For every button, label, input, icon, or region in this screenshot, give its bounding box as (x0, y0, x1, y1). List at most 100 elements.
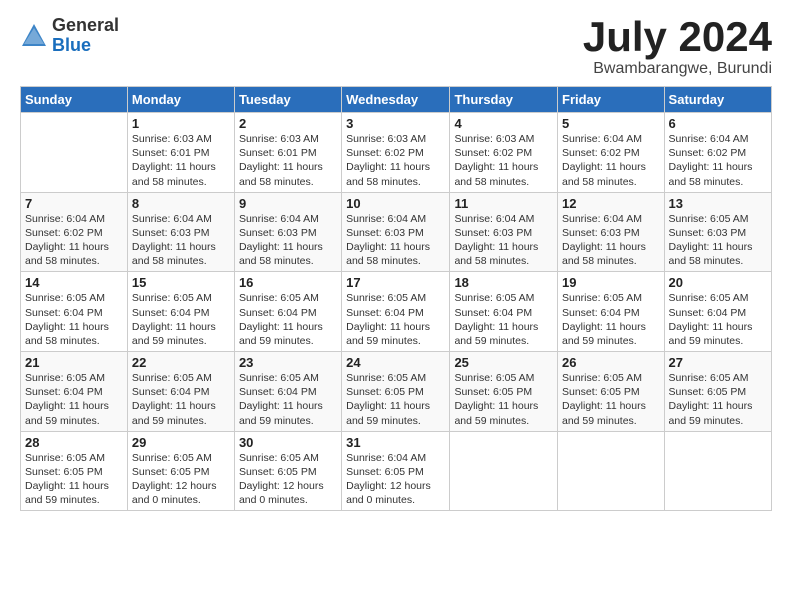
day-cell-25: 25Sunrise: 6:05 AMSunset: 6:05 PMDayligh… (450, 352, 558, 432)
week-row-2: 7Sunrise: 6:04 AMSunset: 6:02 PMDaylight… (21, 192, 772, 272)
day-detail: Sunrise: 6:04 AMSunset: 6:03 PMDaylight:… (239, 212, 337, 269)
day-detail: Sunrise: 6:05 AMSunset: 6:04 PMDaylight:… (25, 291, 123, 348)
header-friday: Friday (558, 87, 665, 113)
week-row-1: 1 Sunrise: 6:03 AMSunset: 6:01 PMDaylight… (21, 113, 772, 193)
day-number: 30 (239, 435, 337, 450)
header-sunday: Sunday (21, 87, 128, 113)
day-number: 22 (132, 355, 230, 370)
day-number: 8 (132, 196, 230, 211)
day-number: 24 (346, 355, 445, 370)
day-number: 7 (25, 196, 123, 211)
day-detail: Sunrise: 6:04 AMSunset: 6:02 PMDaylight:… (562, 132, 660, 189)
day-number: 23 (239, 355, 337, 370)
day-detail: Sunrise: 6:04 AMSunset: 6:03 PMDaylight:… (132, 212, 230, 269)
day-cell-5: 5Sunrise: 6:04 AMSunset: 6:02 PMDaylight… (558, 113, 665, 193)
day-number: 4 (454, 116, 553, 131)
header-tuesday: Tuesday (234, 87, 341, 113)
day-cell-32 (450, 431, 558, 511)
day-detail: Sunrise: 6:05 AMSunset: 6:04 PMDaylight:… (25, 371, 123, 428)
title-month: July 2024 (583, 16, 772, 58)
logo-blue: Blue (52, 36, 119, 56)
day-number: 28 (25, 435, 123, 450)
header: General Blue July 2024 Bwambarangwe, Bur… (20, 16, 772, 78)
day-detail: Sunrise: 6:05 AMSunset: 6:04 PMDaylight:… (132, 371, 230, 428)
day-detail: Sunrise: 6:05 AMSunset: 6:05 PMDaylight:… (562, 371, 660, 428)
day-cell-33 (558, 431, 665, 511)
day-cell-17: 17Sunrise: 6:05 AMSunset: 6:04 PMDayligh… (342, 272, 450, 352)
day-number: 20 (669, 275, 767, 290)
day-cell-6: 6Sunrise: 6:04 AMSunset: 6:02 PMDaylight… (664, 113, 771, 193)
day-cell-0 (21, 113, 128, 193)
day-cell-28: 28Sunrise: 6:05 AMSunset: 6:05 PMDayligh… (21, 431, 128, 511)
main-container: General Blue July 2024 Bwambarangwe, Bur… (0, 0, 792, 521)
day-detail: Sunrise: 6:05 AMSunset: 6:05 PMDaylight:… (669, 371, 767, 428)
day-number: 6 (669, 116, 767, 131)
calendar-header-row: Sunday Monday Tuesday Wednesday Thursday… (21, 87, 772, 113)
day-cell-31: 31Sunrise: 6:04 AMSunset: 6:05 PMDayligh… (342, 431, 450, 511)
day-detail: Sunrise: 6:05 AMSunset: 6:04 PMDaylight:… (132, 291, 230, 348)
day-number: 3 (346, 116, 445, 131)
day-cell-19: 19Sunrise: 6:05 AMSunset: 6:04 PMDayligh… (558, 272, 665, 352)
day-detail: Sunrise: 6:03 AMSunset: 6:02 PMDaylight:… (346, 132, 445, 189)
day-cell-13: 13Sunrise: 6:05 AMSunset: 6:03 PMDayligh… (664, 192, 771, 272)
day-cell-11: 11Sunrise: 6:04 AMSunset: 6:03 PMDayligh… (450, 192, 558, 272)
header-saturday: Saturday (664, 87, 771, 113)
day-number: 12 (562, 196, 660, 211)
title-block: July 2024 Bwambarangwe, Burundi (583, 16, 772, 78)
day-cell-23: 23Sunrise: 6:05 AMSunset: 6:04 PMDayligh… (234, 352, 341, 432)
day-cell-3: 3Sunrise: 6:03 AMSunset: 6:02 PMDaylight… (342, 113, 450, 193)
day-cell-10: 10Sunrise: 6:04 AMSunset: 6:03 PMDayligh… (342, 192, 450, 272)
day-cell-18: 18Sunrise: 6:05 AMSunset: 6:04 PMDayligh… (450, 272, 558, 352)
day-number: 29 (132, 435, 230, 450)
day-cell-22: 22Sunrise: 6:05 AMSunset: 6:04 PMDayligh… (127, 352, 234, 432)
day-detail: Sunrise: 6:04 AMSunset: 6:02 PMDaylight:… (669, 132, 767, 189)
day-cell-2: 2Sunrise: 6:03 AMSunset: 6:01 PMDaylight… (234, 113, 341, 193)
day-cell-20: 20Sunrise: 6:05 AMSunset: 6:04 PMDayligh… (664, 272, 771, 352)
day-detail: Sunrise: 6:04 AMSunset: 6:03 PMDaylight:… (346, 212, 445, 269)
day-number: 14 (25, 275, 123, 290)
week-row-3: 14Sunrise: 6:05 AMSunset: 6:04 PMDayligh… (21, 272, 772, 352)
calendar-table: Sunday Monday Tuesday Wednesday Thursday… (20, 86, 772, 511)
day-detail: Sunrise: 6:04 AMSunset: 6:05 PMDaylight:… (346, 451, 445, 508)
day-cell-14: 14Sunrise: 6:05 AMSunset: 6:04 PMDayligh… (21, 272, 128, 352)
logo: General Blue (20, 16, 119, 56)
day-detail: Sunrise: 6:03 AMSunset: 6:01 PMDaylight:… (239, 132, 337, 189)
logo-icon (20, 22, 48, 50)
day-number: 5 (562, 116, 660, 131)
day-number: 2 (239, 116, 337, 131)
day-detail: Sunrise: 6:05 AMSunset: 6:03 PMDaylight:… (669, 212, 767, 269)
day-cell-15: 15Sunrise: 6:05 AMSunset: 6:04 PMDayligh… (127, 272, 234, 352)
day-detail: Sunrise: 6:05 AMSunset: 6:05 PMDaylight:… (132, 451, 230, 508)
day-number: 25 (454, 355, 553, 370)
day-cell-16: 16Sunrise: 6:05 AMSunset: 6:04 PMDayligh… (234, 272, 341, 352)
day-cell-29: 29Sunrise: 6:05 AMSunset: 6:05 PMDayligh… (127, 431, 234, 511)
day-detail: Sunrise: 6:03 AMSunset: 6:02 PMDaylight:… (454, 132, 553, 189)
day-detail: Sunrise: 6:05 AMSunset: 6:04 PMDaylight:… (239, 291, 337, 348)
day-detail: Sunrise: 6:04 AMSunset: 6:02 PMDaylight:… (25, 212, 123, 269)
day-detail: Sunrise: 6:04 AMSunset: 6:03 PMDaylight:… (562, 212, 660, 269)
day-number: 1 (132, 116, 230, 131)
day-cell-24: 24Sunrise: 6:05 AMSunset: 6:05 PMDayligh… (342, 352, 450, 432)
day-number: 31 (346, 435, 445, 450)
day-number: 21 (25, 355, 123, 370)
logo-text: General Blue (52, 16, 119, 56)
day-detail: Sunrise: 6:05 AMSunset: 6:04 PMDaylight:… (346, 291, 445, 348)
day-number: 11 (454, 196, 553, 211)
header-thursday: Thursday (450, 87, 558, 113)
day-detail: Sunrise: 6:04 AMSunset: 6:03 PMDaylight:… (454, 212, 553, 269)
week-row-4: 21Sunrise: 6:05 AMSunset: 6:04 PMDayligh… (21, 352, 772, 432)
title-location: Bwambarangwe, Burundi (583, 60, 772, 78)
day-cell-21: 21Sunrise: 6:05 AMSunset: 6:04 PMDayligh… (21, 352, 128, 432)
day-detail: Sunrise: 6:05 AMSunset: 6:04 PMDaylight:… (239, 371, 337, 428)
day-number: 9 (239, 196, 337, 211)
day-cell-26: 26Sunrise: 6:05 AMSunset: 6:05 PMDayligh… (558, 352, 665, 432)
header-monday: Monday (127, 87, 234, 113)
day-number: 15 (132, 275, 230, 290)
header-wednesday: Wednesday (342, 87, 450, 113)
day-cell-12: 12Sunrise: 6:04 AMSunset: 6:03 PMDayligh… (558, 192, 665, 272)
day-number: 16 (239, 275, 337, 290)
logo-general: General (52, 16, 119, 36)
day-cell-34 (664, 431, 771, 511)
week-row-5: 28 Sunrise: 6:05 AMSunset: 6:05 PMDayligh… (21, 431, 772, 511)
day-number: 13 (669, 196, 767, 211)
